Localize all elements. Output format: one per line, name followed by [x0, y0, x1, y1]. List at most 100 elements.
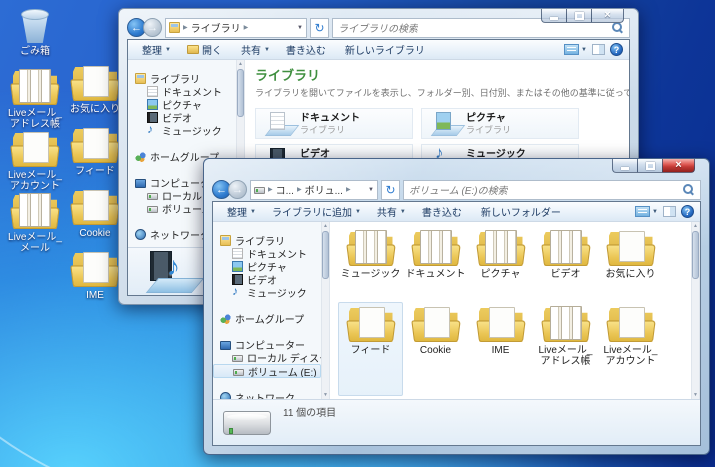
folder-item[interactable]: ピクチャ — [468, 226, 533, 302]
scrollbar-thumb[interactable] — [322, 231, 329, 279]
folder-label: ミュージック — [340, 269, 401, 280]
nav-item[interactable]: ビデオ — [128, 111, 236, 124]
breadcrumb-item[interactable]: コ... ▶ — [276, 182, 305, 197]
desktop-icon[interactable]: お気に入り — [64, 64, 126, 126]
preview-pane-button[interactable] — [592, 44, 605, 55]
location-icon — [254, 187, 265, 194]
breadcrumb-item[interactable]: ライブラリ ▶ — [191, 20, 252, 35]
forward-button[interactable]: → — [143, 18, 162, 37]
chevron-down-icon: ▼ — [354, 208, 361, 215]
minimize-button[interactable] — [612, 159, 638, 173]
drive-led — [229, 428, 233, 434]
scroll-up-icon[interactable]: ▲ — [693, 223, 698, 229]
breadcrumb[interactable]: ▶ コ... ▶ ボリュ... ▶ ▼ — [250, 179, 378, 200]
nav-item-icon — [232, 248, 243, 259]
desktop-icon[interactable]: フィード — [64, 126, 126, 188]
nav-item[interactable]: ローカル ディスク (C:) — [213, 351, 321, 364]
search-icon — [612, 21, 624, 34]
desktop-icon[interactable]: Liveメール_アカウント — [4, 130, 66, 192]
nav-item-icon — [147, 206, 158, 213]
toolbar-button[interactable]: 新しいフォルダー — [473, 202, 572, 221]
nav-item[interactable]: ホームグループ — [213, 312, 321, 325]
nav-item[interactable]: ドキュメント — [128, 85, 236, 98]
folder-item[interactable]: IME — [468, 302, 533, 396]
preview-pane-button[interactable] — [663, 206, 676, 217]
toolbar-button[interactable]: 書き込む — [414, 202, 473, 221]
help-button[interactable]: ? — [610, 43, 623, 56]
folder-item[interactable]: フィード — [338, 302, 403, 396]
toolbar-button[interactable]: 書き込む — [278, 40, 337, 59]
breadcrumb-separator-icon: ▶ — [296, 187, 302, 193]
folder-front — [475, 244, 526, 266]
minimize-icon — [621, 166, 629, 170]
desktop-icon[interactable]: Cookie — [64, 188, 126, 250]
page-subtitle: ライブラリを開いてファイルを表示し、フォルダー別、日付別、またはその他の基準に従… — [255, 88, 629, 98]
folder-item[interactable]: お気に入り — [598, 226, 663, 302]
views-button[interactable]: ▼ — [635, 206, 658, 217]
minimize-button[interactable] — [541, 9, 567, 23]
nav-item[interactable]: ビデオ — [213, 273, 321, 286]
maximize-button[interactable] — [637, 159, 663, 173]
library-item[interactable]: ドキュメント ライブラリ — [255, 108, 413, 139]
folder-item[interactable]: ビデオ — [533, 226, 598, 302]
toolbar: 整理 ▼ ライブラリに追加 ▼ 共有 ▼ 書き込む 新しいフォルダー ▼ ? — [213, 202, 700, 222]
folder-label: Cookie — [419, 345, 452, 356]
toolbar-button[interactable]: ライブラリに追加 ▼ — [264, 202, 369, 221]
forward-button[interactable]: → — [228, 180, 247, 199]
nav-item[interactable]: ミュージック — [213, 286, 321, 299]
folder-item[interactable]: ドキュメント — [403, 226, 468, 302]
desktop-icon[interactable]: Liveメール_アドレス帳 — [4, 68, 66, 130]
nav-item[interactable]: ネットワーク — [213, 391, 321, 399]
search-box[interactable]: ボリューム (E:)の検索 — [403, 179, 701, 200]
maximize-button[interactable] — [566, 9, 592, 23]
nav-item[interactable]: コンピューター — [213, 338, 321, 351]
help-button[interactable]: ? — [681, 205, 694, 218]
nav-item[interactable]: ボリューム (E:) — [213, 364, 321, 378]
toolbar-button[interactable]: 新しいライブラリ — [337, 40, 436, 59]
breadcrumb[interactable]: ▶ ライブラリ ▶ ▼ — [165, 17, 307, 38]
scroll-down-icon[interactable]: ▼ — [323, 392, 328, 398]
nav-item-icon — [147, 124, 158, 136]
window-volume-e[interactable]: × ← → ▶ コ... ▶ ボリュ... ▶ ▼ ↻ ボリューム (E:)の検索 整… — [203, 158, 710, 455]
scroll-up-icon[interactable]: ▲ — [238, 61, 243, 67]
desktop-icon[interactable]: Liveメール_メール — [4, 192, 66, 254]
folder-overlay-icon — [608, 229, 654, 250]
breadcrumb-item[interactable]: ボリュ... ▶ — [305, 182, 354, 197]
toolbar-button[interactable]: 整理 ▼ — [219, 202, 264, 221]
scroll-up-icon[interactable]: ▲ — [323, 223, 328, 229]
nav-scrollbar[interactable]: ▲▼ — [321, 222, 330, 399]
refresh-button[interactable]: ↻ — [381, 179, 400, 200]
nav-item[interactable]: ミュージック — [128, 124, 236, 137]
nav-item[interactable]: ライブラリ — [128, 72, 236, 85]
nav-item[interactable]: ピクチャ — [213, 260, 321, 273]
toolbar-button[interactable]: 整理 ▼ — [134, 40, 179, 59]
desktop-icon[interactable]: ごみ箱 — [4, 6, 66, 68]
toolbar-button[interactable]: 共有 ▼ — [369, 202, 414, 221]
refresh-button[interactable]: ↻ — [310, 17, 329, 38]
content-scrollbar[interactable]: ▲ ▼ — [691, 222, 700, 399]
scrollbar-thumb[interactable] — [237, 69, 244, 117]
chevron-down-icon[interactable]: ▼ — [297, 25, 303, 31]
desktop-icon-label: フィード — [75, 166, 115, 177]
scrollbar-thumb[interactable] — [692, 231, 699, 279]
nav-item[interactable]: ピクチャ — [128, 98, 236, 111]
nav-item[interactable]: ライブラリ — [213, 234, 321, 247]
views-button[interactable]: ▼ — [564, 44, 587, 55]
scroll-down-icon[interactable]: ▼ — [693, 392, 698, 398]
library-item[interactable]: ピクチャ ライブラリ — [421, 108, 579, 139]
close-button[interactable]: × — [591, 9, 624, 23]
toolbar-button[interactable]: 開く — [179, 40, 233, 59]
folder-item[interactable]: Liveメール_アドレス帳 — [533, 302, 598, 396]
folder-item[interactable]: ミュージック — [338, 226, 403, 302]
nav-item-icon — [220, 392, 231, 399]
chevron-down-icon[interactable]: ▼ — [368, 187, 374, 193]
chevron-down-icon: ▼ — [165, 46, 171, 53]
location-icon — [169, 22, 180, 33]
close-button[interactable]: × — [662, 159, 695, 173]
nav-item[interactable]: ドキュメント — [213, 247, 321, 260]
toolbar-button[interactable]: 共有 ▼ — [233, 40, 278, 59]
folder-front — [540, 244, 591, 266]
desktop-icon[interactable]: IME — [64, 250, 126, 312]
folder-item[interactable]: Liveメール_アカウント — [598, 302, 663, 396]
folder-item[interactable]: Cookie — [403, 302, 468, 396]
